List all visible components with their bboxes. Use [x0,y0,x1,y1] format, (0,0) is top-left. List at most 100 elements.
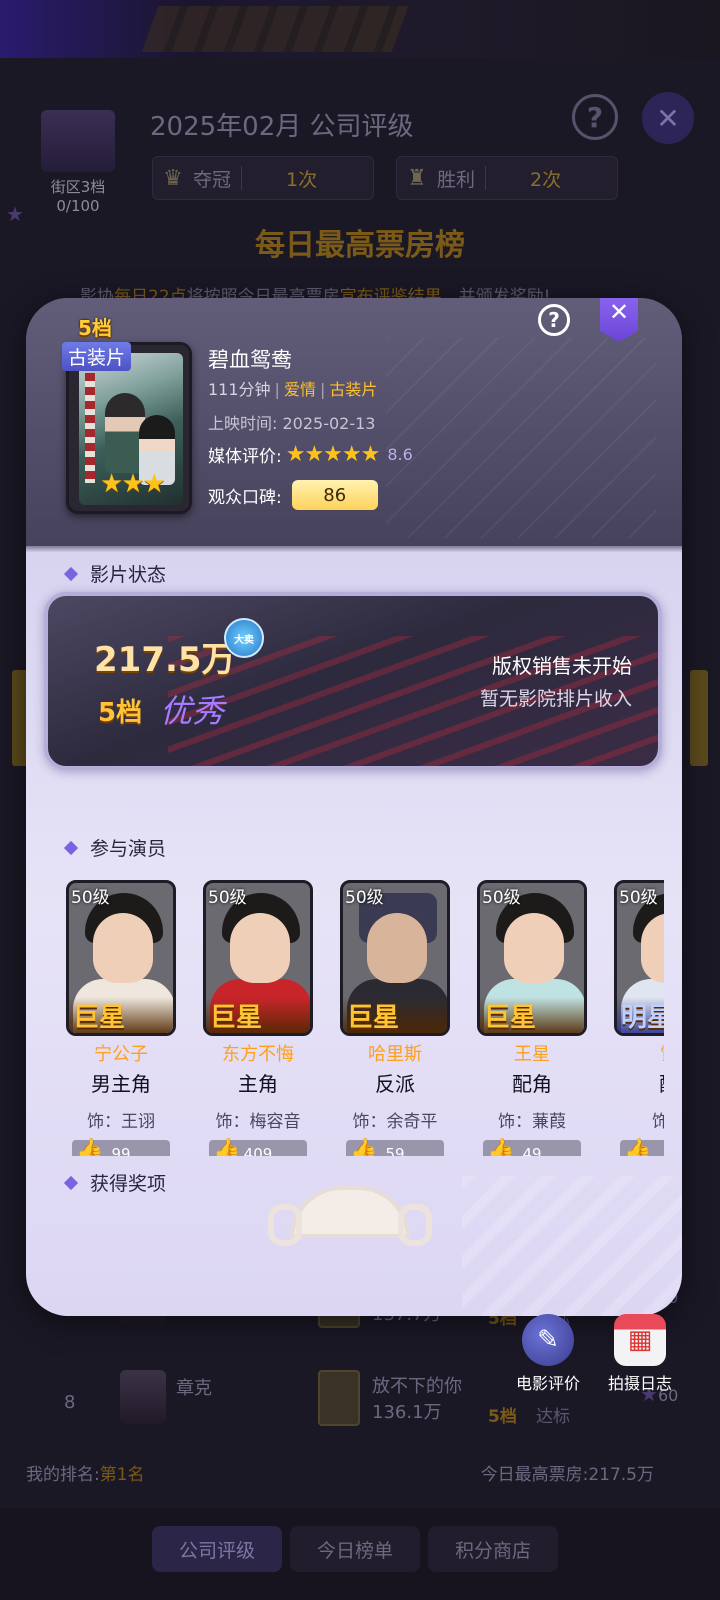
row-box-office: 136.1万 [372,1402,442,1423]
help-button[interactable]: ? [572,94,618,140]
film-strip-decoration [462,1176,682,1316]
bottom-tab-bar: 公司评级 今日榜单 积分商店 [0,1508,720,1600]
actor-character: 饰： [652,1112,664,1132]
audience-label: 观众口碑: [208,487,282,508]
hit-medal-icon: 大卖 [224,618,264,658]
actor-portrait: 50级 巨星 [203,880,313,1036]
movie-meta: 111分钟 | 爱情 | 古装片 [208,380,378,399]
actor-name: 王星 [514,1044,550,1065]
thumbs-up-icon: 👍 [624,1138,652,1156]
media-rating-label: 媒体评价: [208,447,282,467]
victory-stat: ♜ 胜利 2次 [396,156,618,200]
actor-role: 主角 [238,1072,278,1096]
victory-label: 胜利 [437,168,476,191]
thumbs-up-icon: 👍 [487,1138,515,1156]
daily-box-office-banner: 每日最高票房榜 [255,228,465,263]
tier-badge: 5档 [78,316,112,340]
champion-label: 夺冠 [193,168,232,191]
actor-level: 50级 [345,888,384,908]
actor-level: 50级 [619,888,658,908]
row-rank: 8 [64,1392,76,1413]
release-date: 上映时间: 2025-02-13 [208,414,376,433]
actor-card[interactable]: 50级 巨星 哈里斯 反派 饰：余奇平 👍 59 [340,880,450,1156]
row-name: 章克 [176,1378,212,1399]
cinema-income-status: 暂无影院排片收入 [479,688,632,710]
diamond-icon [63,1175,79,1190]
actor-rank: 巨星 [69,997,173,1033]
actor-character: 饰：蒹葭 [498,1112,566,1132]
movie-review-label: 电影评价 [515,1374,580,1393]
actor-rank: 巨星 [480,997,584,1033]
calendar-icon: ▦ [614,1314,666,1366]
movie-status-card: 217.5万 大卖 5档 优秀 版权销售未开始 暂无影院排片收入 [44,592,662,770]
actor-rank: 巨星 [343,997,447,1033]
audience-rating: 观众口碑: 86 [208,480,378,510]
actor-role: 男主角 [91,1072,151,1096]
media-rating: 媒体评价: ★★★★★ 8.6 [208,442,413,467]
district-building-icon [41,110,115,172]
genre-badge: 古装片 [62,342,132,371]
like-button[interactable]: 👍 409 [209,1138,307,1156]
actor-card[interactable]: 50级 巨星 王星 配角 饰：蒹葭 👍 49 [477,880,587,1156]
district-level[interactable]: 街区3档 0/100 [28,110,128,220]
district-progress: 0/100 [56,197,100,215]
like-button[interactable]: 👍 99 [72,1138,170,1156]
status-grade: 优秀 [160,692,225,730]
my-rank-value: 第1名 [99,1465,145,1485]
section-awards: 获得奖项 [63,1169,166,1196]
page-title: 2025年02月 公司评级 [150,112,414,142]
champion-stat: ♛ 夺冠 1次 [152,156,374,200]
today-top-label: 今日最高票房: [480,1465,589,1485]
tab-points-shop[interactable]: 积分商店 [428,1526,558,1572]
like-button[interactable]: 👍 [620,1138,664,1156]
help-icon[interactable]: ? [538,304,570,336]
crown-icon: ♛ [163,165,183,191]
shooting-log-label: 拍摄日志 [607,1374,672,1393]
box-office-value: 217.5万 [94,640,236,680]
thumbs-up-icon: 👍 [350,1138,378,1156]
section-cast: 参与演员 [63,834,166,861]
review-icon: ✎ [522,1314,574,1366]
thumbs-up-icon: 👍 [76,1138,104,1156]
actor-name: 雪 [614,1040,664,1066]
thumbs-up-icon: 👍 [213,1138,241,1156]
actor-card[interactable]: 50级 巨星 东方不悔 主角 饰：梅容音 👍 409 [203,880,313,1156]
diamond-icon [63,840,79,855]
movie-title: 碧血鸳鸯 [208,348,292,372]
victory-value: 2次 [530,168,562,191]
section-movie-status: 影片状态 [63,560,166,587]
movie-genre: 古装片 [329,380,378,399]
shooting-log-button[interactable]: ▦ 拍摄日志 [598,1314,682,1394]
like-button[interactable]: 👍 59 [346,1138,444,1156]
today-top-value: 217.5万 [588,1465,654,1485]
media-score: 8.6 [387,445,413,464]
movie-duration: 111分钟 [208,380,271,399]
row-standard: 达标 [536,1407,570,1427]
top-banner-art [0,0,720,58]
side-decoration [690,670,708,766]
actor-rank: 明星 [617,997,664,1033]
close-button[interactable]: ✕ [642,92,694,144]
tab-today-list[interactable]: 今日榜单 [290,1526,420,1572]
actor-portrait: 50级 巨星 [66,880,176,1036]
actor-rank: 巨星 [206,997,310,1033]
cast-list[interactable]: 50级 巨星 宁公子 男主角 饰：王诩 👍 99 50级 巨星 东方不悔 主角 饰… [66,880,664,1156]
poster-star-rating: ★★★ [100,469,166,499]
actor-level: 50级 [208,888,247,908]
row-movie: 放不下的你 [372,1376,462,1397]
my-rank-bar: 我的排名:第1名 今日最高票房:217.5万 [0,1446,720,1496]
like-button[interactable]: 👍 49 [483,1138,581,1156]
movie-review-button[interactable]: ✎ 电影评价 [506,1314,590,1394]
actor-portrait: 50级 巨星 [477,880,587,1036]
actor-level: 50级 [482,888,521,908]
copyright-status: 版权销售未开始 [492,654,632,678]
actor-character: 饰：余奇平 [352,1112,438,1132]
actor-card[interactable]: 50级 巨星 宁公子 男主角 饰：王诩 👍 99 [66,880,176,1156]
actor-role: 反派 [375,1072,415,1096]
actor-level: 50级 [71,888,110,908]
actor-portrait: 50级 明星 [614,880,664,1036]
tab-company-rating[interactable]: 公司评级 [152,1526,282,1572]
actor-name: 哈里斯 [368,1044,422,1065]
movie-detail-modal: ? ✕ ★★★ 5档 古装片 碧血鸳鸯 111分钟 | 爱情 | 古装片 上映时间: 2… [26,298,682,1316]
actor-card[interactable]: 50级 明星 雪 配 饰： 👍 [614,880,664,1156]
